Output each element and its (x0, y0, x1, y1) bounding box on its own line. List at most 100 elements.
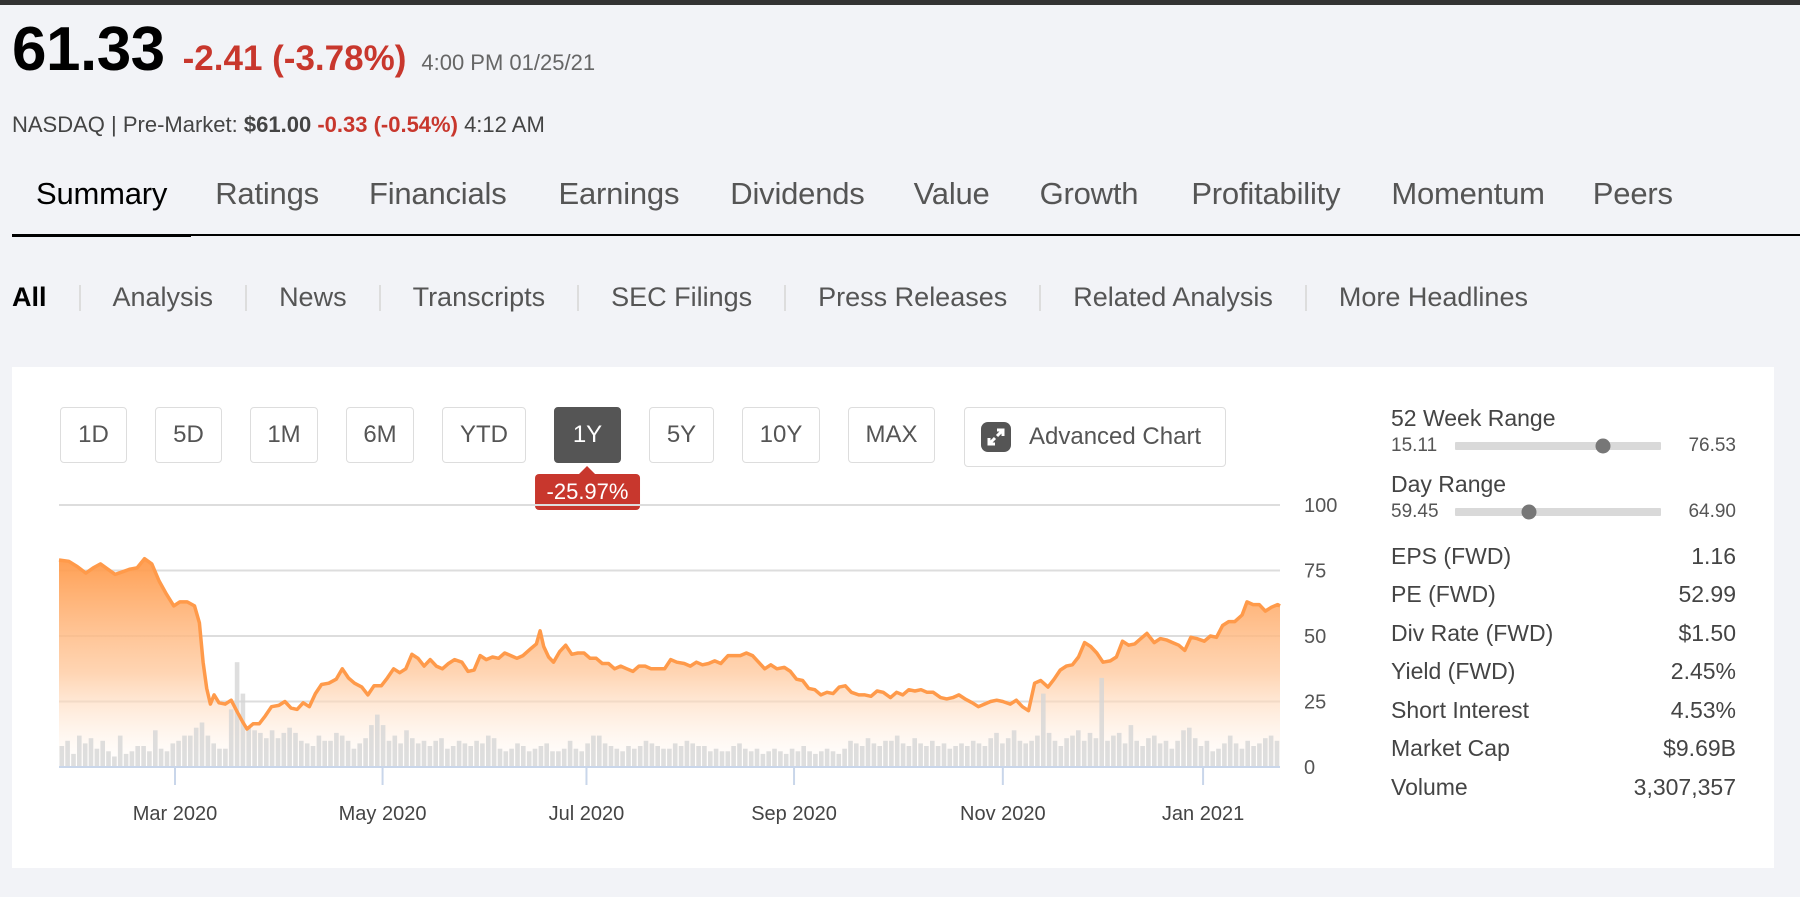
stat-label: Market Cap (1391, 735, 1510, 762)
volume-bar (269, 730, 275, 767)
volume-bar (480, 743, 485, 767)
volume-bar (1000, 743, 1005, 767)
tab-value[interactable]: Value (890, 166, 1014, 234)
week52-range: 52 Week Range 15.11 76.53 (1391, 405, 1736, 457)
subnav-related-analysis[interactable]: Related Analysis (1073, 282, 1273, 313)
stat-value: $9.69B (1663, 735, 1736, 762)
stat-row-short-interest: Short Interest 4.53% (1391, 691, 1736, 730)
volume-bar (1263, 738, 1268, 767)
subnav-all[interactable]: All (12, 282, 47, 313)
tab-summary[interactable]: Summary (12, 166, 192, 237)
tab-momentum[interactable]: Momentum (1367, 166, 1568, 234)
subnav-analysis[interactable]: Analysis (113, 282, 214, 313)
volume-bar (836, 753, 842, 767)
volume-bar (100, 740, 105, 767)
volume-bar (970, 740, 976, 767)
volume-bar (223, 748, 228, 767)
week52-range-track (1455, 438, 1661, 454)
tab-dividends[interactable]: Dividends (705, 166, 889, 234)
volume-bar (807, 751, 812, 767)
tab-ratings[interactable]: Ratings (191, 166, 343, 234)
volume-bar (135, 746, 140, 767)
volume-bar (1163, 740, 1169, 767)
volume-bar (176, 740, 181, 767)
volume-bar (544, 743, 549, 767)
volume-bar (246, 727, 251, 767)
volume-bar (731, 746, 736, 767)
volume-bar (649, 743, 655, 767)
subnav-news[interactable]: News (279, 282, 347, 313)
volume-bar (1023, 743, 1028, 767)
volume-bar (386, 740, 392, 767)
volume-bar (293, 732, 298, 767)
volume-bar (351, 748, 357, 767)
volume-bar (889, 740, 894, 767)
volume-bar (900, 743, 906, 767)
volume-bar (1046, 732, 1052, 767)
subnav-sec-filings[interactable]: SEC Filings (611, 282, 752, 313)
volume-bar (205, 735, 211, 767)
volume-bar (567, 740, 573, 767)
volume-bar (1111, 735, 1116, 767)
tab-growth[interactable]: Growth (1014, 166, 1165, 234)
volume-bar (1128, 725, 1134, 767)
chart-card: 1D 5D 1M 6M YTD 1Y -25.97% 5Y 10Y MAX Advanced Cha… (12, 367, 1774, 868)
volume-bar (906, 746, 912, 767)
volume-bar (632, 748, 637, 767)
volume-bar (1146, 738, 1151, 767)
y-tick-label: 25 (1304, 692, 1326, 714)
volume-bar (129, 751, 135, 767)
quote-timestamp: 4:00 PM 01/25/21 (421, 50, 596, 75)
volume-bar (819, 751, 824, 767)
stat-value: 52.99 (1678, 581, 1736, 608)
stat-row-div-rate-fwd: Div Rate (FWD) $1.50 (1391, 614, 1736, 653)
tab-profitability[interactable]: Profitability (1164, 166, 1367, 234)
subnav-press-releases[interactable]: Press Releases (818, 282, 1007, 313)
price-chart: 100 75 50 25 0 Mar 2020 May 2020 Jul 2020 Sep 20… (58, 495, 1337, 825)
volume-bar (690, 743, 695, 767)
volume-bar (380, 725, 386, 767)
tab-peers[interactable]: Peers (1569, 166, 1697, 234)
tab-earnings[interactable]: Earnings (533, 166, 706, 234)
volume-bar (783, 753, 789, 767)
volume-bar (445, 748, 450, 767)
volume-bar (1093, 738, 1099, 767)
volume-bar (766, 751, 771, 767)
volume-bar (1274, 740, 1280, 767)
volume-bar (188, 735, 193, 767)
volume-bar (1116, 732, 1122, 767)
volume-bar (748, 751, 754, 767)
volume-bar (153, 730, 158, 767)
volume-bar (439, 738, 444, 767)
volume-bar (1204, 740, 1210, 767)
volume-bar (147, 751, 152, 767)
main-tabs: Summary Ratings Financials Earnings Dividend… (12, 166, 1800, 237)
volume-bar (193, 727, 199, 767)
volume-bar (830, 751, 836, 767)
subnav-divider (78, 284, 81, 311)
volume-bar (1064, 738, 1069, 767)
volume-bar (842, 748, 847, 767)
volume-bar (1198, 746, 1204, 767)
volume-bar (1187, 727, 1192, 767)
premarket-time: 4:12 AM (464, 112, 545, 137)
volume-bar (141, 746, 146, 767)
volume-bar (824, 748, 830, 767)
subnav-more-headlines[interactable]: More Headlines (1339, 282, 1528, 313)
day-range: Day Range 59.45 64.90 (1391, 471, 1736, 523)
volume-bar (585, 743, 590, 767)
volume-bar (509, 748, 514, 767)
volume-bar (760, 753, 766, 767)
volume-bar (561, 748, 567, 767)
volume-bar (854, 743, 859, 767)
tab-financials[interactable]: Financials (343, 166, 533, 234)
volume-bar (334, 732, 339, 767)
volume-bar (410, 738, 415, 767)
volume-bar (65, 740, 70, 767)
volume-bar (421, 740, 427, 767)
subnav-transcripts[interactable]: Transcripts (413, 282, 546, 313)
volume-bar (976, 743, 982, 767)
premarket-change: -0.33 (-0.54%) (317, 112, 458, 137)
volume-bar (924, 746, 929, 767)
price-change: -2.41 (-3.78%) (182, 39, 407, 78)
